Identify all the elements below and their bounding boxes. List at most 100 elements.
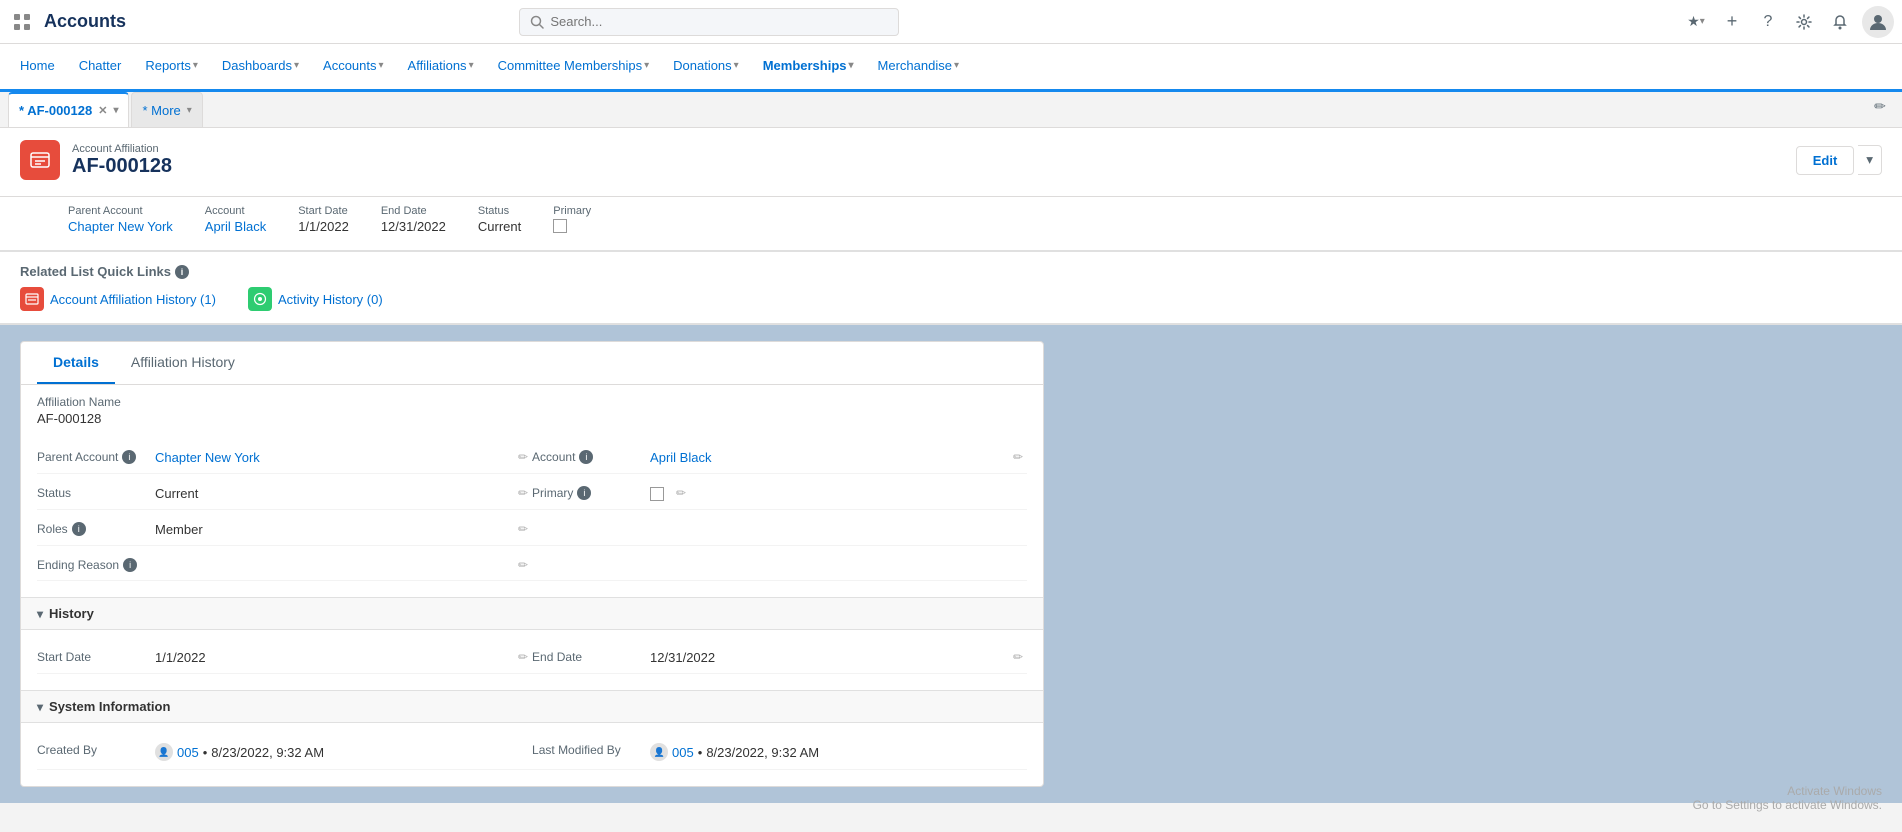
primary-info-icon: i <box>577 486 591 500</box>
top-bar-left: Accounts <box>8 8 126 36</box>
account-detail-value[interactable]: April Black <box>650 450 1001 465</box>
parent-account-value[interactable]: Chapter New York <box>68 219 173 234</box>
nav-dashboards-chevron: ▾ <box>294 60 299 71</box>
system-info-section-label: System Information <box>49 699 170 714</box>
account-info-icon: i <box>579 450 593 464</box>
notification-button[interactable] <box>1826 8 1854 36</box>
history-section-header[interactable]: ▾ History <box>21 597 1043 630</box>
start-date-edit-icon[interactable]: ✏ <box>514 650 532 664</box>
tabs-bar: * AF-000128 ✕ ▾ * More ▾ ✏ <box>0 92 1902 128</box>
primary-edit-icon[interactable]: ✏ <box>672 486 690 500</box>
nav-reports[interactable]: Reports ▾ <box>133 44 210 91</box>
detail-col-left-1: Status Current ✏ <box>37 486 532 501</box>
status-detail-label: Status <box>37 486 147 500</box>
end-date-edit-icon[interactable]: ✏ <box>1009 650 1027 664</box>
tab-chevron-icon: ▾ <box>113 105 118 116</box>
tab-close-icon[interactable]: ✕ <box>98 104 107 117</box>
app-launcher-button[interactable] <box>8 8 36 36</box>
activity-history-label: Activity History (0) <box>278 292 383 307</box>
add-button[interactable]: + <box>1718 8 1746 36</box>
primary-detail-label: Primary i <box>532 486 642 500</box>
created-by-value: 👤 005 • 8/23/2022, 9:32 AM <box>155 743 532 761</box>
nav-chatter[interactable]: Chatter <box>67 44 134 91</box>
affiliation-history-label: Account Affiliation History (1) <box>50 292 216 307</box>
record-type-icon <box>20 140 60 180</box>
end-date-value: 12/31/2022 <box>381 219 446 234</box>
detail-row-2: Roles i Member ✏ <box>37 514 1027 546</box>
setup-button[interactable] <box>1790 8 1818 36</box>
quick-link-affiliation-history[interactable]: Account Affiliation History (1) <box>20 287 216 311</box>
primary-detail-checkbox[interactable] <box>650 487 664 501</box>
nav-donations[interactable]: Donations ▾ <box>661 44 751 91</box>
quick-links-title: Related List Quick Links i <box>20 264 1882 279</box>
status-label: Status <box>478 205 521 217</box>
history-section-body: Start Date 1/1/2022 ✏ End Date 12/31/202… <box>21 630 1043 690</box>
nav-accounts[interactable]: Accounts ▾ <box>311 44 396 91</box>
end-date-label: End Date <box>381 205 446 217</box>
edit-button[interactable]: Edit <box>1796 146 1855 175</box>
nav-merchandise-chevron: ▾ <box>954 60 959 71</box>
ending-reason-edit-icon[interactable]: ✏ <box>514 558 532 572</box>
account-value[interactable]: April Black <box>205 219 266 234</box>
ending-reason-label: Ending Reason i <box>37 558 147 572</box>
nav-home[interactable]: Home <box>8 44 67 91</box>
tab-more[interactable]: * More ▾ <box>131 92 202 127</box>
chevron-down-icon: ▾ <box>1700 16 1705 27</box>
tab-details[interactable]: Details <box>37 342 115 384</box>
system-info-section-header[interactable]: ▾ System Information <box>21 690 1043 723</box>
start-date-detail-label: Start Date <box>37 650 147 664</box>
help-button[interactable]: ? <box>1754 8 1782 36</box>
modified-by-col: Last Modified By 👤 005 • 8/23/2022, 9:32… <box>532 743 1027 761</box>
quick-link-activity-history[interactable]: Activity History (0) <box>248 287 383 311</box>
quick-links-list: Account Affiliation History (1) Activity… <box>20 287 1882 311</box>
nav-committee-memberships[interactable]: Committee Memberships ▾ <box>486 44 662 91</box>
start-date-label: Start Date <box>298 205 349 217</box>
details-panel: Details Affiliation History Affiliation … <box>20 341 1044 787</box>
parent-account-info-icon: i <box>122 450 136 464</box>
end-date-field: End Date 12/31/2022 <box>381 205 446 234</box>
parent-account-edit-icon[interactable]: ✏ <box>514 450 532 464</box>
primary-checkbox[interactable] <box>553 219 567 233</box>
favorites-button[interactable]: ★ ▾ <box>1682 8 1710 36</box>
nav-chatter-label: Chatter <box>79 58 122 73</box>
nav-dashboards[interactable]: Dashboards ▾ <box>210 44 311 91</box>
status-value: Current <box>478 219 521 234</box>
top-bar-right: ★ ▾ + ? <box>1682 6 1894 38</box>
parent-account-detail-label: Parent Account i <box>37 450 147 464</box>
record-title-area: Account Affiliation AF-000128 <box>72 143 172 178</box>
panel-tabs: Details Affiliation History <box>21 342 1043 385</box>
account-edit-icon[interactable]: ✏ <box>1009 450 1027 464</box>
roles-edit-icon[interactable]: ✏ <box>514 522 532 536</box>
nav-affiliations[interactable]: Affiliations ▾ <box>396 44 486 91</box>
detail-col-left-2: Roles i Member ✏ <box>37 522 532 537</box>
roles-detail-label: Roles i <box>37 522 147 536</box>
app-title: Accounts <box>44 11 126 32</box>
end-date-detail-label: End Date <box>532 650 642 664</box>
status-detail-value: Current <box>155 486 506 501</box>
end-date-col: End Date 12/31/2022 ✏ <box>532 650 1027 665</box>
detail-row-0: Parent Account i Chapter New York ✏ Acco… <box>37 442 1027 474</box>
start-date-field: Start Date 1/1/2022 <box>298 205 349 234</box>
parent-account-detail-value[interactable]: Chapter New York <box>155 450 506 465</box>
edit-tab-icon[interactable]: ✏ <box>1866 92 1894 120</box>
user-avatar-button[interactable] <box>1862 6 1894 38</box>
account-detail-label: Account i <box>532 450 642 464</box>
edit-dropdown-button[interactable]: ▾ <box>1858 145 1882 175</box>
detail-row-1: Status Current ✏ Primary i ✏ <box>37 478 1027 510</box>
tab-affiliation-history[interactable]: Affiliation History <box>115 342 251 384</box>
nav-memberships[interactable]: Memberships ▾ <box>751 44 866 91</box>
status-edit-icon[interactable]: ✏ <box>514 486 532 500</box>
nav-affiliations-chevron: ▾ <box>469 60 474 71</box>
tab-more-chevron: ▾ <box>187 105 192 116</box>
nav-memberships-chevron: ▾ <box>849 60 854 71</box>
nav-accounts-label: Accounts <box>323 58 376 73</box>
account-label: Account <box>205 205 266 217</box>
nav-reports-chevron: ▾ <box>193 60 198 71</box>
nav-merchandise[interactable]: Merchandise ▾ <box>866 44 971 91</box>
history-row-0: Start Date 1/1/2022 ✏ End Date 12/31/202… <box>37 642 1027 674</box>
search-input[interactable] <box>550 14 888 29</box>
start-date-detail-value: 1/1/2022 <box>155 650 506 665</box>
record-type-label: Account Affiliation <box>72 143 172 155</box>
nav-reports-label: Reports <box>145 58 191 73</box>
tab-af-000128[interactable]: * AF-000128 ✕ ▾ <box>8 92 129 127</box>
